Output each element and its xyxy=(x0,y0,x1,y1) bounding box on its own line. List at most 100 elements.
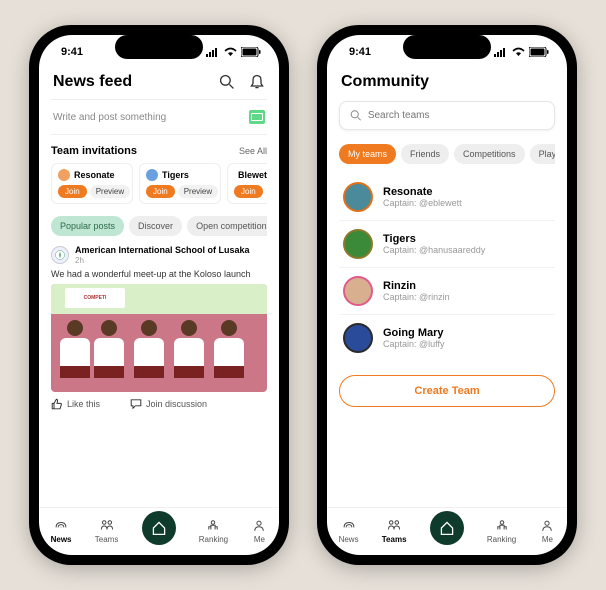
team-avatar xyxy=(343,229,373,259)
post-author[interactable]: American International School of Lusaka xyxy=(75,246,250,256)
team-captain: Captain: @hanusaareddy xyxy=(383,245,485,255)
preview-button[interactable]: Preview xyxy=(178,185,218,198)
compose-box[interactable]: Write and post something xyxy=(51,99,267,135)
nav-label: News xyxy=(51,535,72,544)
team-row[interactable]: Rinzin Captain: @rinzin xyxy=(339,268,555,315)
preview-button[interactable]: Preview xyxy=(90,185,130,198)
nav-item-me[interactable]: Me xyxy=(539,519,555,544)
bell-icon[interactable] xyxy=(249,74,265,90)
community-tabs: My teamsFriendsCompetitionsPlayer xyxy=(339,144,555,164)
nav-item-ranking[interactable]: Ranking xyxy=(199,519,228,544)
nav-label: News xyxy=(339,535,359,544)
nav-label: Teams xyxy=(95,535,119,544)
feed-tab[interactable]: Open competitions xyxy=(187,216,267,236)
community-tab[interactable]: Competitions xyxy=(454,144,525,164)
post-image[interactable]: COMPETI xyxy=(51,284,267,392)
team-name: Rinzin xyxy=(383,280,450,292)
team-captain: Captain: @eblewett xyxy=(383,198,462,208)
like-button[interactable]: Like this xyxy=(51,398,100,410)
team-captain: Captain: @rinzin xyxy=(383,292,450,302)
team-name: Tigers xyxy=(383,233,485,245)
team-row[interactable]: Resonate Captain: @eblewett xyxy=(339,174,555,221)
nav-item-teams[interactable]: Teams xyxy=(382,519,407,544)
invite-card[interactable]: Blewett Join xyxy=(227,163,267,204)
status-indicators xyxy=(494,47,549,57)
community-tab[interactable]: Friends xyxy=(401,144,449,164)
invite-name: Tigers xyxy=(162,170,189,180)
post-banner: COMPETI xyxy=(65,288,125,308)
nav-icon xyxy=(539,519,555,533)
community-tab[interactable]: My teams xyxy=(339,144,396,164)
bottom-nav: News Teams Ranking Me xyxy=(327,507,567,555)
thumbs-up-icon xyxy=(51,398,63,410)
nav-label: Teams xyxy=(382,535,407,544)
feed-tab[interactable]: Popular posts xyxy=(51,216,124,236)
screen-community: 9:41 Community My teamsFriendsCompetitio… xyxy=(327,35,567,555)
team-name: Resonate xyxy=(383,186,462,198)
join-button[interactable]: Join xyxy=(58,185,87,198)
header: Community xyxy=(327,69,567,99)
join-button[interactable]: Join xyxy=(234,185,263,198)
photo-icon[interactable] xyxy=(249,110,265,124)
nav-label: Ranking xyxy=(199,535,228,544)
bottom-nav: News Teams Ranking Me xyxy=(39,507,279,555)
search-icon[interactable] xyxy=(219,74,235,90)
nav-icon xyxy=(53,519,69,533)
nav-home-button[interactable] xyxy=(142,511,176,545)
comment-icon xyxy=(130,398,142,410)
nav-home-button[interactable] xyxy=(430,511,464,545)
post-time: 2h xyxy=(75,256,250,265)
search-input[interactable] xyxy=(368,110,544,121)
like-label: Like this xyxy=(67,399,100,409)
page-title: News feed xyxy=(53,73,132,91)
phone-right: 9:41 Community My teamsFriendsCompetitio… xyxy=(317,25,577,565)
screen-news-feed: 9:41 News feed Write and post something … xyxy=(39,35,279,555)
post-body: We had a wonderful meet-up at the Koloso… xyxy=(51,269,267,279)
team-captain: Captain: @luffy xyxy=(383,339,445,349)
nav-icon xyxy=(341,519,357,533)
search-box[interactable] xyxy=(339,101,555,130)
content-area: My teamsFriendsCompetitionsPlayer Resona… xyxy=(327,99,567,507)
team-avatar xyxy=(343,323,373,353)
nav-item-teams[interactable]: Teams xyxy=(95,519,119,544)
nav-icon xyxy=(386,519,402,533)
nav-item-me[interactable]: Me xyxy=(251,519,267,544)
phone-left: 9:41 News feed Write and post something … xyxy=(29,25,289,565)
team-row[interactable]: Tigers Captain: @hanusaareddy xyxy=(339,221,555,268)
community-tab[interactable]: Player xyxy=(530,144,555,164)
wifi-icon xyxy=(224,47,237,57)
home-icon xyxy=(151,520,167,536)
nav-label: Ranking xyxy=(487,535,516,544)
create-team-button[interactable]: Create Team xyxy=(339,375,555,407)
see-all-link[interactable]: See All xyxy=(239,146,267,156)
nav-item-news[interactable]: News xyxy=(51,519,72,544)
wifi-icon xyxy=(512,47,525,57)
discuss-button[interactable]: Join discussion xyxy=(130,398,207,410)
status-indicators xyxy=(206,47,261,57)
invitations-title: Team invitations xyxy=(51,145,137,157)
nav-item-ranking[interactable]: Ranking xyxy=(487,519,516,544)
invite-card[interactable]: Tigers JoinPreview xyxy=(139,163,221,204)
signal-icon xyxy=(206,47,220,57)
content-area: Write and post something Team invitation… xyxy=(39,99,279,507)
nav-icon xyxy=(205,519,221,533)
feed-tab[interactable]: Discover xyxy=(129,216,182,236)
invitations-row[interactable]: Resonate JoinPreviewTigers JoinPreviewBl… xyxy=(51,163,267,204)
status-time: 9:41 xyxy=(349,46,371,58)
team-list: Resonate Captain: @eblewett Tigers Capta… xyxy=(339,174,555,361)
page-title: Community xyxy=(341,73,429,91)
discuss-label: Join discussion xyxy=(146,399,207,409)
header: News feed xyxy=(39,69,279,99)
battery-icon xyxy=(241,47,261,57)
nav-icon xyxy=(251,519,267,533)
join-button[interactable]: Join xyxy=(146,185,175,198)
search-icon xyxy=(350,109,362,122)
signal-icon xyxy=(494,47,508,57)
post-avatar[interactable] xyxy=(51,246,69,264)
team-row[interactable]: Going Mary Captain: @luffy xyxy=(339,315,555,361)
invite-card[interactable]: Resonate JoinPreview xyxy=(51,163,133,204)
compose-placeholder: Write and post something xyxy=(53,112,166,123)
status-time: 9:41 xyxy=(61,46,83,58)
nav-item-news[interactable]: News xyxy=(339,519,359,544)
invite-name: Blewett xyxy=(238,170,267,180)
